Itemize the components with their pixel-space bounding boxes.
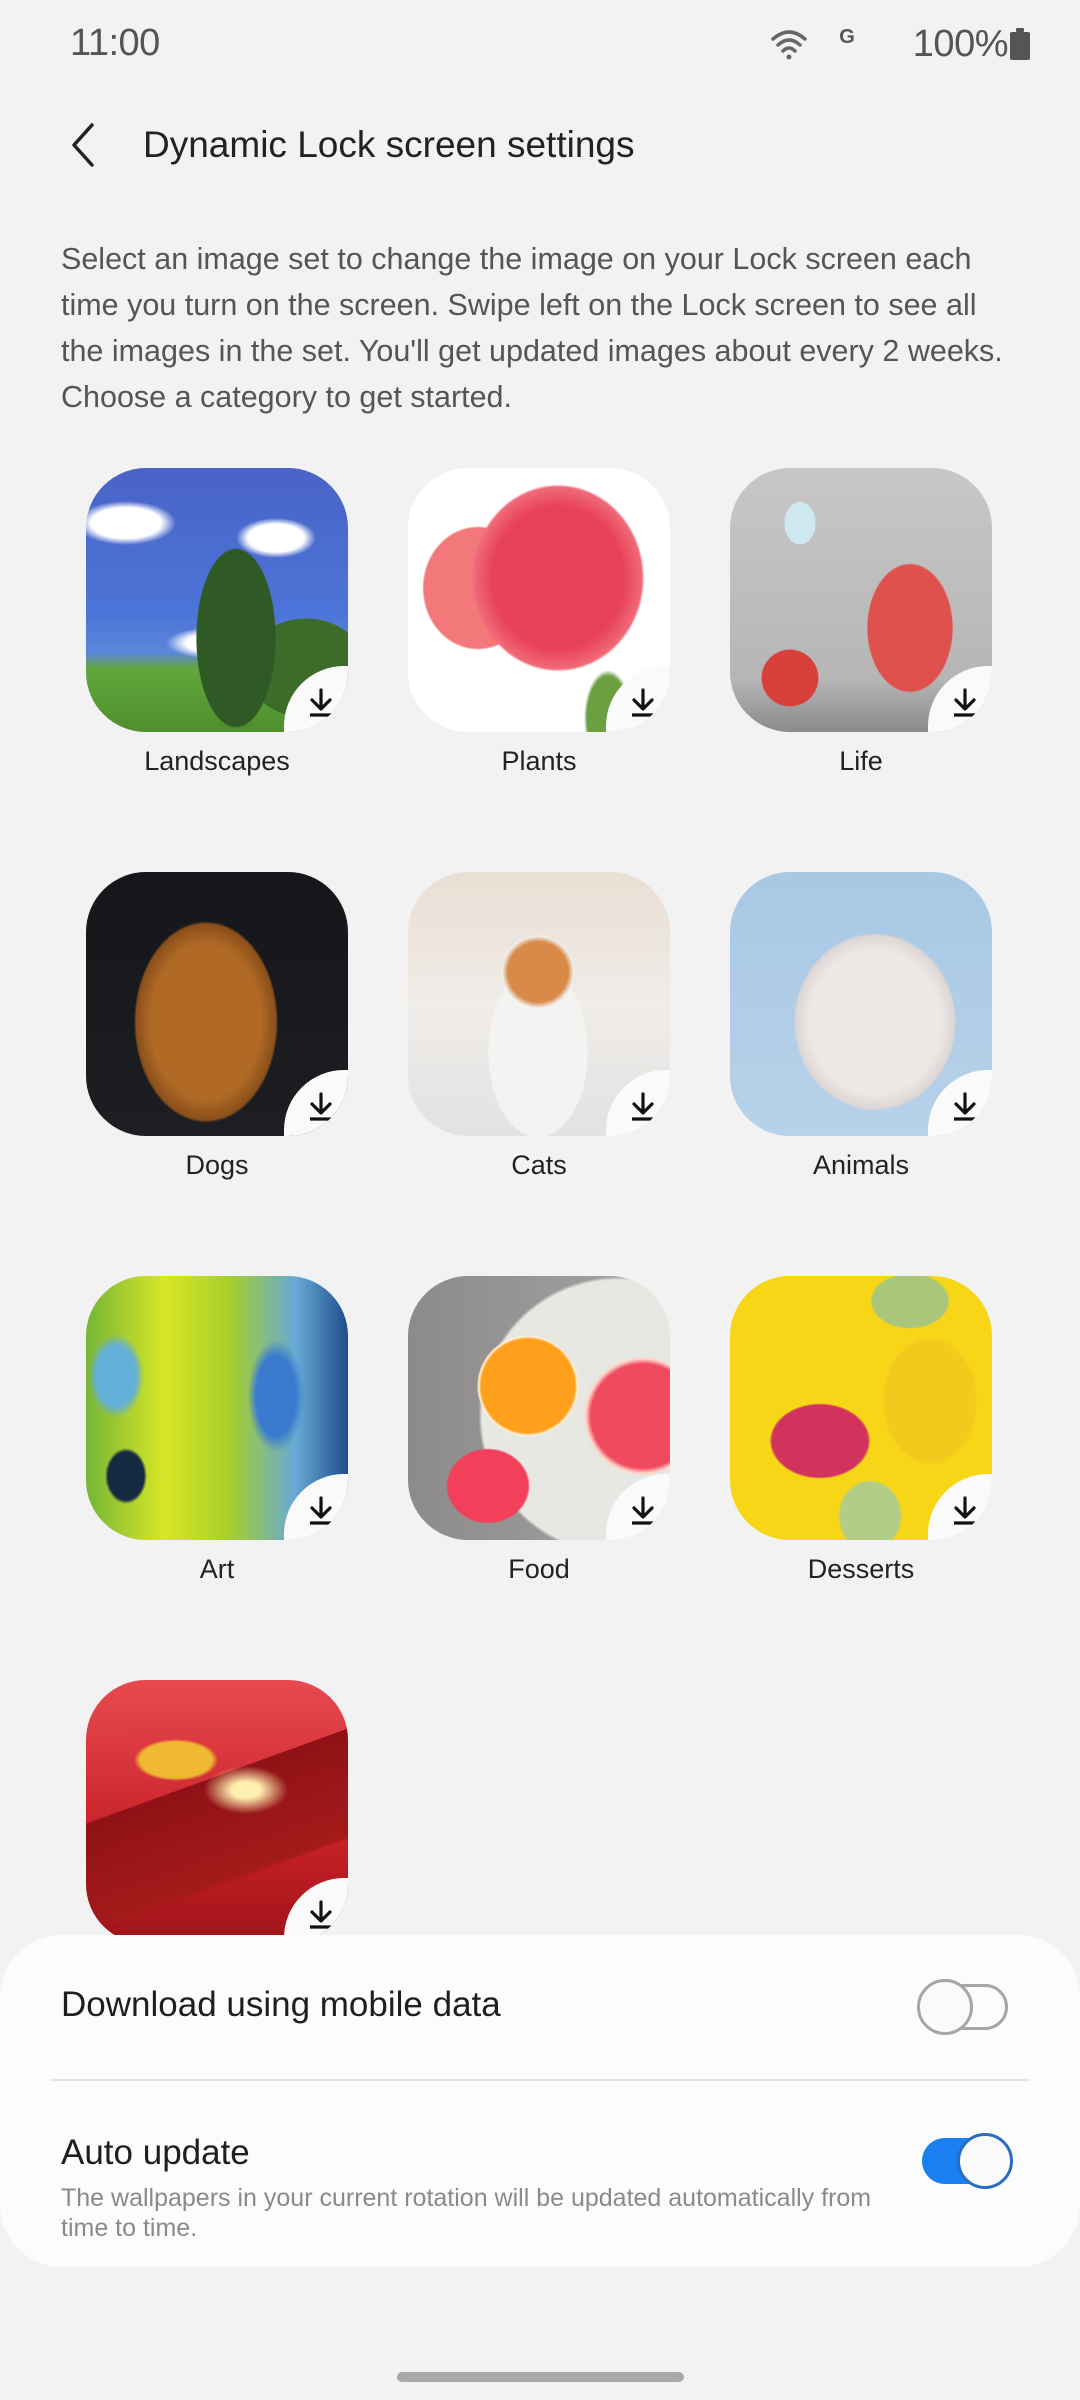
category-thumbnail[interactable] [730,468,992,732]
setting-auto-update[interactable]: Auto update The wallpapers in your curre… [0,2081,1080,2267]
back-button[interactable] [55,115,110,175]
download-icon [310,688,332,717]
category-plants[interactable]: Plants [408,468,670,780]
category-thumbnail[interactable] [86,1680,348,1944]
category-label: Food [508,1554,570,1584]
setting-title: Auto update [61,2133,250,2172]
home-indicator[interactable] [397,2372,684,2382]
status-time: 11:00 [70,22,160,64]
category-thumbnail[interactable] [408,1276,670,1540]
category-label: Plants [501,746,577,776]
chevron-left-icon [71,123,94,167]
toggle-thumb [957,2133,1013,2189]
download-icon [632,1092,654,1121]
download-badge[interactable] [928,1474,992,1540]
category-thumbnail[interactable] [408,872,670,1136]
category-life[interactable]: Life [730,468,992,780]
setting-subtitle: The wallpapers in your current rotation … [61,2184,872,2242]
setting-mobile-data[interactable]: Download using mobile data [0,1935,1080,2079]
setting-title: Download using mobile data [61,1985,501,2024]
download-badge[interactable] [928,666,992,732]
category-thumbnail[interactable] [730,872,992,1136]
download-icon [954,1496,976,1525]
page-title: Dynamic Lock screen settings [143,124,635,165]
category-thumbnail[interactable] [86,872,348,1136]
battery-percent: 100% [912,22,1009,65]
download-icon [632,1496,654,1525]
app-bar: Dynamic Lock screen settings [0,110,1080,180]
download-badge[interactable] [606,1474,670,1540]
category-label: Life [839,746,883,776]
category-animals[interactable]: Animals [730,872,992,1184]
category-thumbnail[interactable] [408,468,670,732]
category-label: Art [199,1554,235,1584]
category-food[interactable]: Food [408,1276,670,1588]
download-badge[interactable] [284,666,348,732]
download-badge[interactable] [606,1070,670,1136]
category-grid: Landscapes Plants Life Dogs Cats Animals… [86,468,994,1992]
description-text: Select an image set to change the image … [61,242,1003,414]
wifi-icon [771,30,807,60]
download-badge[interactable] [284,1474,348,1540]
category-label: Cats [511,1150,567,1180]
download-badge[interactable] [928,1070,992,1136]
toggle-thumb [917,1979,973,2035]
battery-icon [1010,28,1030,60]
download-icon [954,1092,976,1121]
download-icon [632,688,654,717]
category-label: Landscapes [144,746,290,776]
auto-update-toggle[interactable] [919,2133,1013,2189]
category-thumbnail[interactable] [86,1276,348,1540]
category-landscapes[interactable]: Landscapes [86,468,348,780]
status-bar: 11:00 G 100% [0,0,1080,90]
category-label: Desserts [807,1554,915,1584]
settings-card: Download using mobile data Auto update T… [0,1935,1080,2267]
download-badge[interactable] [284,1070,348,1136]
status-icons: G 100% [769,22,1030,66]
network-type-label: G [839,25,855,48]
category-thumbnail[interactable] [730,1276,992,1540]
category-cats[interactable]: Cats [408,872,670,1184]
download-icon [310,1092,332,1121]
mobile-data-toggle[interactable] [917,1979,1011,2035]
category-label: Animals [812,1150,910,1180]
download-icon [310,1496,332,1525]
download-icon [954,688,976,717]
download-badge[interactable] [606,666,670,732]
category-art[interactable]: Art [86,1276,348,1588]
download-icon [310,1900,332,1929]
category-thumbnail[interactable] [86,468,348,732]
category-desserts[interactable]: Desserts [730,1276,992,1588]
category-label: Dogs [185,1150,249,1180]
category-dogs[interactable]: Dogs [86,872,348,1184]
